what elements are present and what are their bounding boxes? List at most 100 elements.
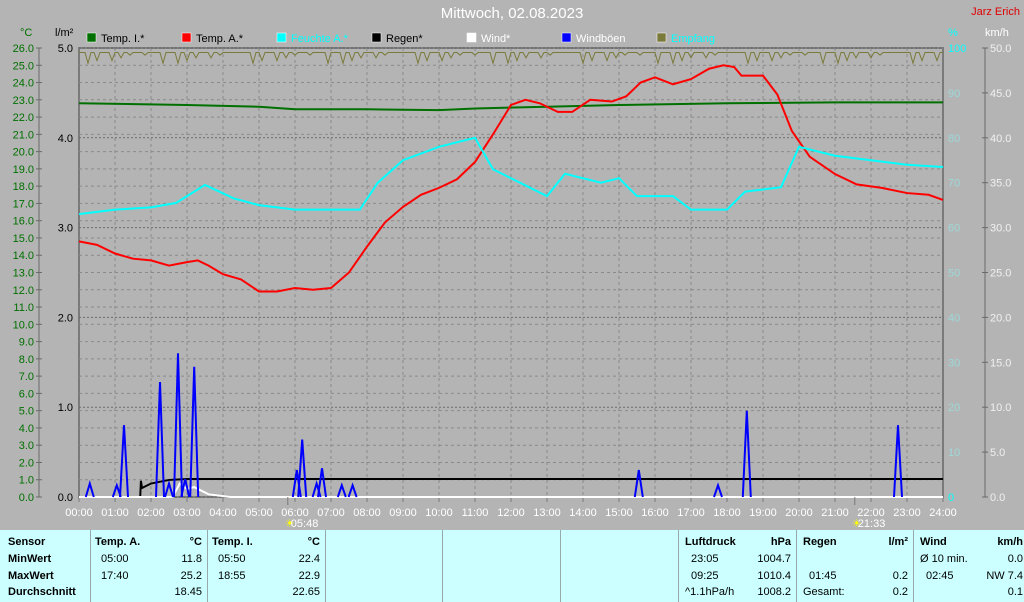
temp-tick-label: 11.0: [13, 302, 34, 314]
temp-a-max: 25.2: [180, 570, 202, 582]
temp-a-max-time: 17:40: [101, 570, 129, 582]
sunrise-time: 05:48: [291, 518, 319, 530]
x-tick-label: 01:00: [101, 507, 129, 519]
rain-tick-label: 3.0: [58, 223, 73, 235]
temp-tick-label: 4.0: [19, 423, 34, 435]
x-tick-label: 16:00: [641, 507, 669, 519]
press-min-time: 23:05: [691, 553, 719, 565]
col-temp-i: Temp. I. °C 05:50 22.4 18:55 22.9 22.65: [207, 530, 326, 602]
rain-tick-label: 0.0: [58, 492, 73, 504]
temp-a-min-time: 05:00: [101, 553, 129, 565]
temp-tick-label: 21.0: [13, 129, 34, 141]
x-tick-label: 08:00: [353, 507, 381, 519]
humidity-tick-label: 100: [948, 43, 966, 55]
rain-max-time: 01:45: [809, 570, 837, 582]
temp-tick-label: 19.0: [13, 164, 34, 176]
legend-swatch: [86, 32, 97, 43]
rain-tick-label: 2.0: [58, 312, 73, 324]
rain-tick-label: 1.0: [58, 402, 73, 414]
temp-tick-label: 6.0: [19, 388, 34, 400]
x-tick-label: 03:00: [173, 507, 201, 519]
col-empty-2: [442, 530, 561, 602]
sunset-time: 21:33: [858, 518, 886, 530]
wind-tick-label: 45.0: [990, 88, 1011, 100]
col-wind: Wind km/h Ø 10 min. 0.0 02:45 NW 7.4 0.1: [913, 530, 1024, 602]
wind-tick-label: 5.0: [990, 447, 1005, 459]
row-avg-label: Durchschnitt: [8, 586, 76, 598]
rain-total: 0.2: [892, 586, 908, 598]
x-tick-label: 19:00: [749, 507, 777, 519]
wind-tick-label: 30.0: [990, 223, 1011, 235]
x-tick-label: 12:00: [497, 507, 525, 519]
x-tick-label: 15:00: [605, 507, 633, 519]
col-temp-a: Temp. A. °C 05:00 11.8 17:40 25.2 18.45: [90, 530, 208, 602]
x-tick-label: 05:00: [245, 507, 273, 519]
wind-max-time: 02:45: [926, 570, 954, 582]
temp-tick-label: 22.0: [13, 112, 34, 124]
temp-i-unit: °C: [307, 536, 320, 548]
press-min: 1004.7: [757, 553, 791, 565]
temp-tick-label: 15.0: [13, 233, 34, 245]
wind-tick-label: 35.0: [990, 178, 1011, 190]
x-tick-label: 10:00: [425, 507, 453, 519]
press-max-time: 09:25: [691, 570, 719, 582]
col-empty-3: [560, 530, 679, 602]
x-tick-label: 18:00: [713, 507, 741, 519]
temp-a-unit: °C: [189, 536, 202, 548]
x-tick-label: 04:00: [209, 507, 237, 519]
stats-table: Sensor MinWert MaxWert Durchschnitt Temp…: [0, 530, 1024, 602]
wind-avg: 0.1: [1007, 586, 1023, 598]
x-tick-label: 24:00: [929, 507, 957, 519]
wind-tick-label: 40.0: [990, 133, 1011, 145]
x-tick-label: 02:00: [137, 507, 165, 519]
temp-tick-label: 3.0: [19, 440, 34, 452]
wind-tick-label: 0.0: [990, 492, 1005, 504]
temp-a-min: 11.8: [181, 553, 202, 565]
weather-chart: 00:00 01:00 02:00 03:00 04:00 05:00 06:00 07:00…: [13, 27, 1012, 530]
temp-tick-label: 8.0: [19, 354, 34, 366]
rain-max: 0.2: [892, 570, 908, 582]
press-unit: hPa: [770, 536, 791, 548]
legend-label: Windböen: [576, 33, 626, 45]
temp-tick-label: 10.0: [13, 319, 34, 331]
humidity-tick-label: 60: [948, 223, 960, 235]
x-tick-label: 07:00: [317, 507, 345, 519]
temp-tick-label: 16.0: [13, 216, 34, 228]
temp-tick-label: 23.0: [13, 95, 34, 107]
legend-label: Temp. I.*: [101, 33, 145, 45]
humidity-tick-label: 80: [948, 133, 960, 145]
humidity-tick-label: 20: [948, 402, 960, 414]
x-tick-label: 21:00: [821, 507, 849, 519]
press-trend: ^1.1hPa/h: [685, 586, 735, 598]
legend-swatch: [181, 32, 192, 43]
rain-tick-label: 5.0: [58, 43, 73, 55]
press-header: Luftdruck: [685, 536, 736, 548]
temp-a-header: Temp. A.: [95, 536, 141, 548]
wind-tick-label: 15.0: [990, 357, 1011, 369]
humidity-tick-label: 50: [948, 268, 960, 280]
legend-swatch: [276, 32, 287, 43]
temp-tick-label: 7.0: [19, 371, 34, 383]
temp-tick-label: 14.0: [13, 250, 34, 262]
humidity-tick-label: 40: [948, 312, 960, 324]
col-empty-1: [325, 530, 443, 602]
wind-tick-label: 10.0: [990, 402, 1011, 414]
wind-avg10-label: Ø 10 min.: [920, 553, 968, 565]
temp-i-max-time: 18:55: [218, 570, 246, 582]
legend-swatch: [656, 32, 667, 43]
temp-tick-label: 1.0: [19, 475, 34, 487]
col-sensor: Sensor MinWert MaxWert Durchschnitt: [0, 530, 90, 602]
legend-swatch: [466, 32, 477, 43]
press-max: 1010.4: [757, 570, 791, 582]
legend-swatch: [371, 32, 382, 43]
wind-tick-label: 20.0: [990, 312, 1011, 324]
wind-tick-label: 50.0: [990, 43, 1011, 55]
legend-label: Temp. A.*: [196, 33, 244, 45]
wind-unit: km/h: [997, 536, 1023, 548]
x-tick-label: 23:00: [893, 507, 921, 519]
x-tick-label: 09:00: [389, 507, 417, 519]
sensor-header: Sensor: [8, 536, 46, 548]
temp-tick-label: 13.0: [13, 268, 34, 280]
temp-tick-label: 12.0: [13, 285, 34, 297]
x-tick-label: 00:00: [65, 507, 93, 519]
